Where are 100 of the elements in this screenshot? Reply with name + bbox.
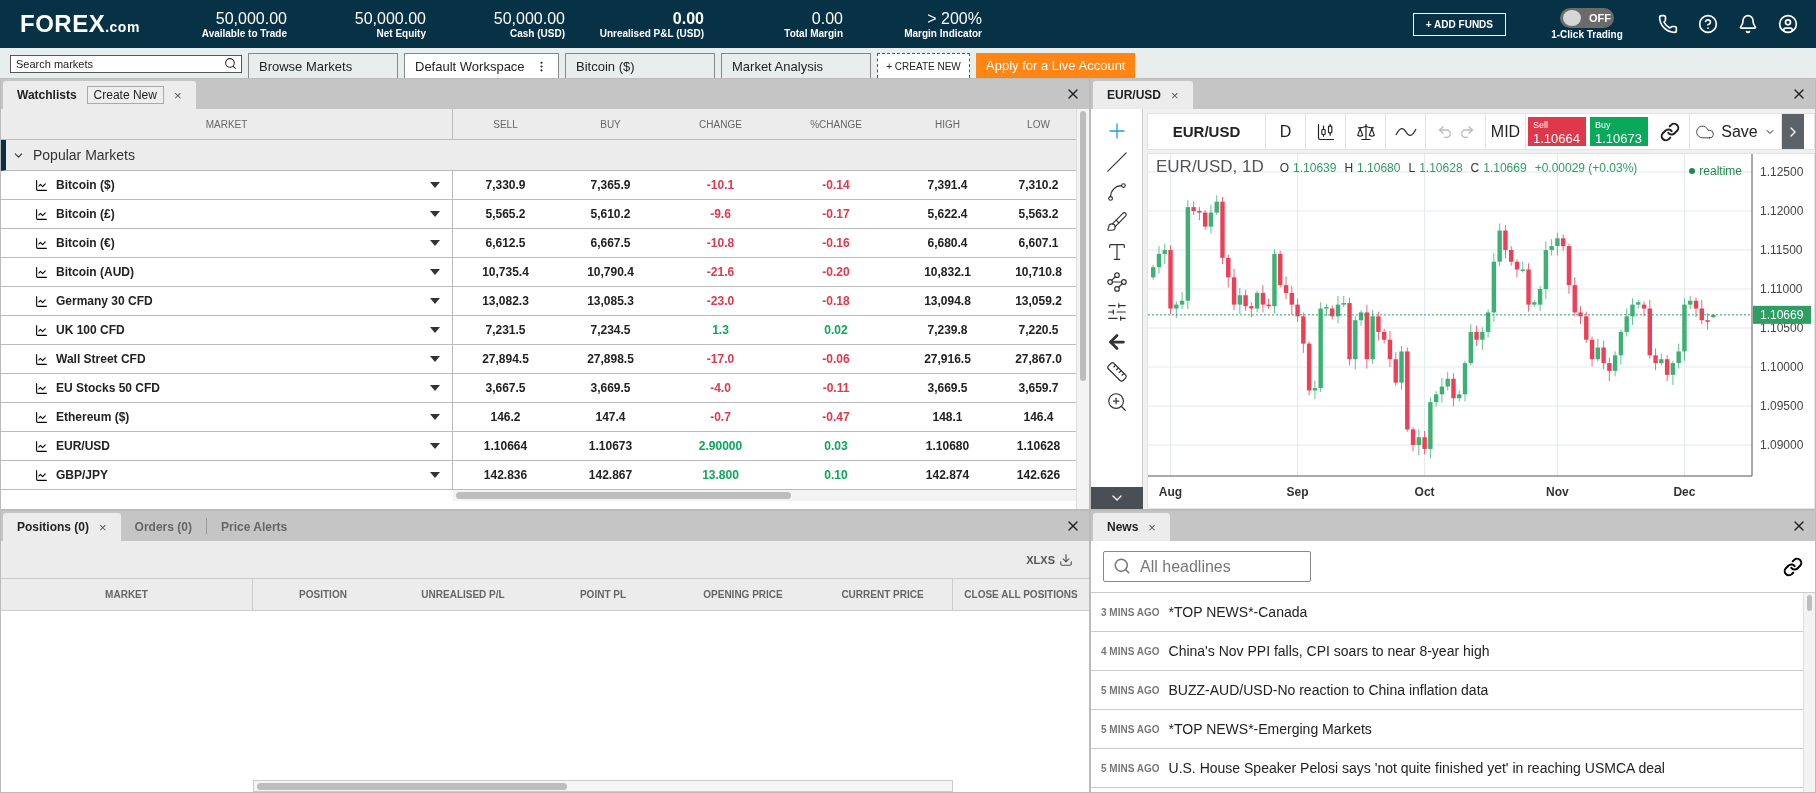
bell-icon[interactable] — [1738, 14, 1758, 34]
caret-down-icon[interactable] — [430, 385, 440, 391]
caret-down-icon[interactable] — [430, 414, 440, 420]
chevron-right-icon[interactable] — [1782, 114, 1804, 149]
table-cell-text: 7,365.9 — [589, 177, 632, 194]
x-tick-label: Sep — [1286, 485, 1309, 499]
table-cell-text: 1.10628 — [1015, 438, 1062, 455]
help-icon[interactable] — [1698, 14, 1718, 34]
market-name[interactable]: Bitcoin (€) — [56, 236, 422, 250]
workspace-tab[interactable]: Browse Markets — [248, 53, 398, 78]
logo[interactable]: FOREX.com — [20, 10, 170, 38]
caret-down-icon[interactable] — [430, 240, 440, 246]
price-tag: 1.10669 — [1753, 305, 1811, 324]
market-name[interactable]: UK 100 CFD — [56, 323, 422, 337]
column-header[interactable]: %CHANGE — [778, 109, 894, 139]
caret-down-icon[interactable] — [430, 269, 440, 275]
column-header[interactable]: BUY — [558, 109, 663, 139]
news-headline[interactable]: *TOP NEWS*-Emerging Markets — [1168, 721, 1372, 737]
caret-down-icon[interactable] — [430, 327, 440, 333]
create-new-button[interactable]: Create New — [86, 86, 164, 104]
caret-down-icon[interactable] — [430, 443, 440, 449]
market-name[interactable]: EU Stocks 50 CFD — [56, 381, 422, 395]
panel-tab[interactable]: News × — [1093, 513, 1170, 541]
caret-down-icon[interactable] — [430, 472, 440, 478]
search-field[interactable]: All headlines — [1103, 551, 1311, 582]
pattern-icon[interactable] — [1105, 271, 1128, 293]
market-name[interactable]: EUR/USD — [56, 439, 422, 453]
market-name[interactable]: Bitcoin ($) — [56, 178, 422, 192]
line-chart-icon[interactable] — [35, 294, 48, 308]
sell-button[interactable]: Sell 1.10664 — [1528, 117, 1586, 146]
close-tab-icon[interactable]: × — [173, 87, 182, 103]
scrollbar[interactable] — [253, 780, 953, 792]
expand-button[interactable] — [1091, 487, 1143, 509]
ruler-icon[interactable] — [1105, 361, 1128, 383]
export-label[interactable]: XLXS — [1026, 553, 1055, 566]
panel-tab[interactable]: EUR/USD × — [1093, 81, 1193, 109]
news-headline[interactable]: China's Nov PPI falls, CPI soars to near 8-year high — [1168, 643, 1490, 659]
phone-icon[interactable] — [1658, 14, 1678, 34]
workspace-tab[interactable]: Default Workspace — [404, 53, 559, 78]
line-chart-icon[interactable] — [35, 207, 48, 221]
market-name[interactable]: Bitcoin (AUD) — [56, 265, 422, 279]
add-funds-button[interactable]: + ADD FUNDS — [1412, 12, 1506, 36]
sliders-icon[interactable] — [1105, 301, 1128, 323]
line-chart-icon[interactable] — [35, 381, 48, 395]
column-header[interactable]: POINT PL — [533, 579, 673, 610]
line-chart-icon[interactable] — [35, 236, 48, 250]
news-headline[interactable]: BUZZ-AUD/USD-No reaction to China inflation data — [1168, 682, 1489, 698]
close-tab-icon[interactable]: × — [1171, 87, 1179, 103]
panel-tab[interactable]: Positions (0) × — [3, 513, 121, 541]
workspace-tab[interactable]: Bitcoin ($) — [565, 53, 715, 78]
column-header[interactable]: CLOSE ALL POSITIONS — [953, 579, 1089, 610]
brush-icon[interactable] — [1105, 211, 1128, 233]
close-tab-icon[interactable]: × — [1148, 519, 1156, 535]
caret-down-icon[interactable] — [430, 211, 440, 217]
line-chart-icon[interactable] — [35, 178, 48, 192]
column-header[interactable]: MARKET — [1, 109, 453, 139]
panel-tab[interactable]: Watchlists Create New × — [3, 81, 196, 109]
toggle-switch[interactable]: OFF — [1560, 8, 1614, 28]
news-headline[interactable]: *TOP NEWS*-Canada — [1168, 604, 1308, 620]
chart-title[interactable]: EUR/USD, 1D — [1156, 157, 1264, 177]
scrollbar[interactable] — [1076, 109, 1089, 509]
column-header[interactable]: MARKET — [1, 579, 253, 610]
line-chart-icon[interactable] — [35, 352, 48, 366]
line-chart-icon[interactable] — [35, 410, 48, 424]
line-chart-icon[interactable] — [35, 265, 48, 279]
link-icon[interactable] — [1783, 556, 1803, 577]
line-chart-icon[interactable] — [35, 468, 48, 482]
column-header[interactable]: SELL — [453, 109, 558, 139]
market-name[interactable]: Germany 30 CFD — [56, 294, 422, 308]
market-name[interactable]: Ethereum ($) — [56, 410, 422, 424]
close-tab-icon[interactable]: × — [99, 519, 107, 535]
column-header[interactable]: HIGH — [894, 109, 1001, 139]
ohlc-value: 1.10669 — [1483, 161, 1527, 175]
search-field[interactable]: Search markets — [10, 55, 242, 73]
news-headline[interactable]: U.S. House Speaker Pelosi says 'not quite finished yet' in reaching USMCA deal — [1168, 760, 1665, 776]
line-icon[interactable] — [1105, 151, 1128, 173]
group-row[interactable]: Popular Markets — [1, 140, 1076, 171]
zoom-in-icon[interactable] — [1105, 391, 1128, 413]
market-name[interactable]: Wall Street CFD — [56, 352, 422, 366]
line-chart-icon[interactable] — [35, 323, 48, 337]
scrollbar[interactable] — [1803, 593, 1815, 792]
caret-down-icon[interactable] — [430, 298, 440, 304]
download-icon[interactable] — [1059, 552, 1073, 567]
column-header[interactable]: POSITION — [253, 579, 393, 610]
scrollbar[interactable] — [453, 490, 1076, 501]
column-header[interactable]: CHANGE — [663, 109, 778, 139]
user-icon[interactable] — [1778, 14, 1798, 34]
line-chart-icon[interactable] — [35, 439, 48, 453]
market-name[interactable]: Bitcoin (£) — [56, 207, 422, 221]
workspace-tab[interactable]: Market Analysis — [721, 53, 871, 78]
curve-icon[interactable] — [1105, 181, 1128, 203]
column-header[interactable]: LOW — [1001, 109, 1076, 139]
table-cell-text: 142.836 — [482, 467, 529, 484]
column-header[interactable]: CURRENT PRICE — [813, 579, 953, 610]
caret-down-icon[interactable] — [430, 182, 440, 188]
column-header[interactable]: OPENING PRICE — [673, 579, 813, 610]
column-header[interactable]: UNREALISED P/L — [393, 579, 533, 610]
market-name[interactable]: GBP/JPY — [56, 468, 422, 482]
caret-down-icon[interactable] — [430, 356, 440, 362]
create-new-button[interactable]: + CREATE NEW — [877, 53, 970, 78]
